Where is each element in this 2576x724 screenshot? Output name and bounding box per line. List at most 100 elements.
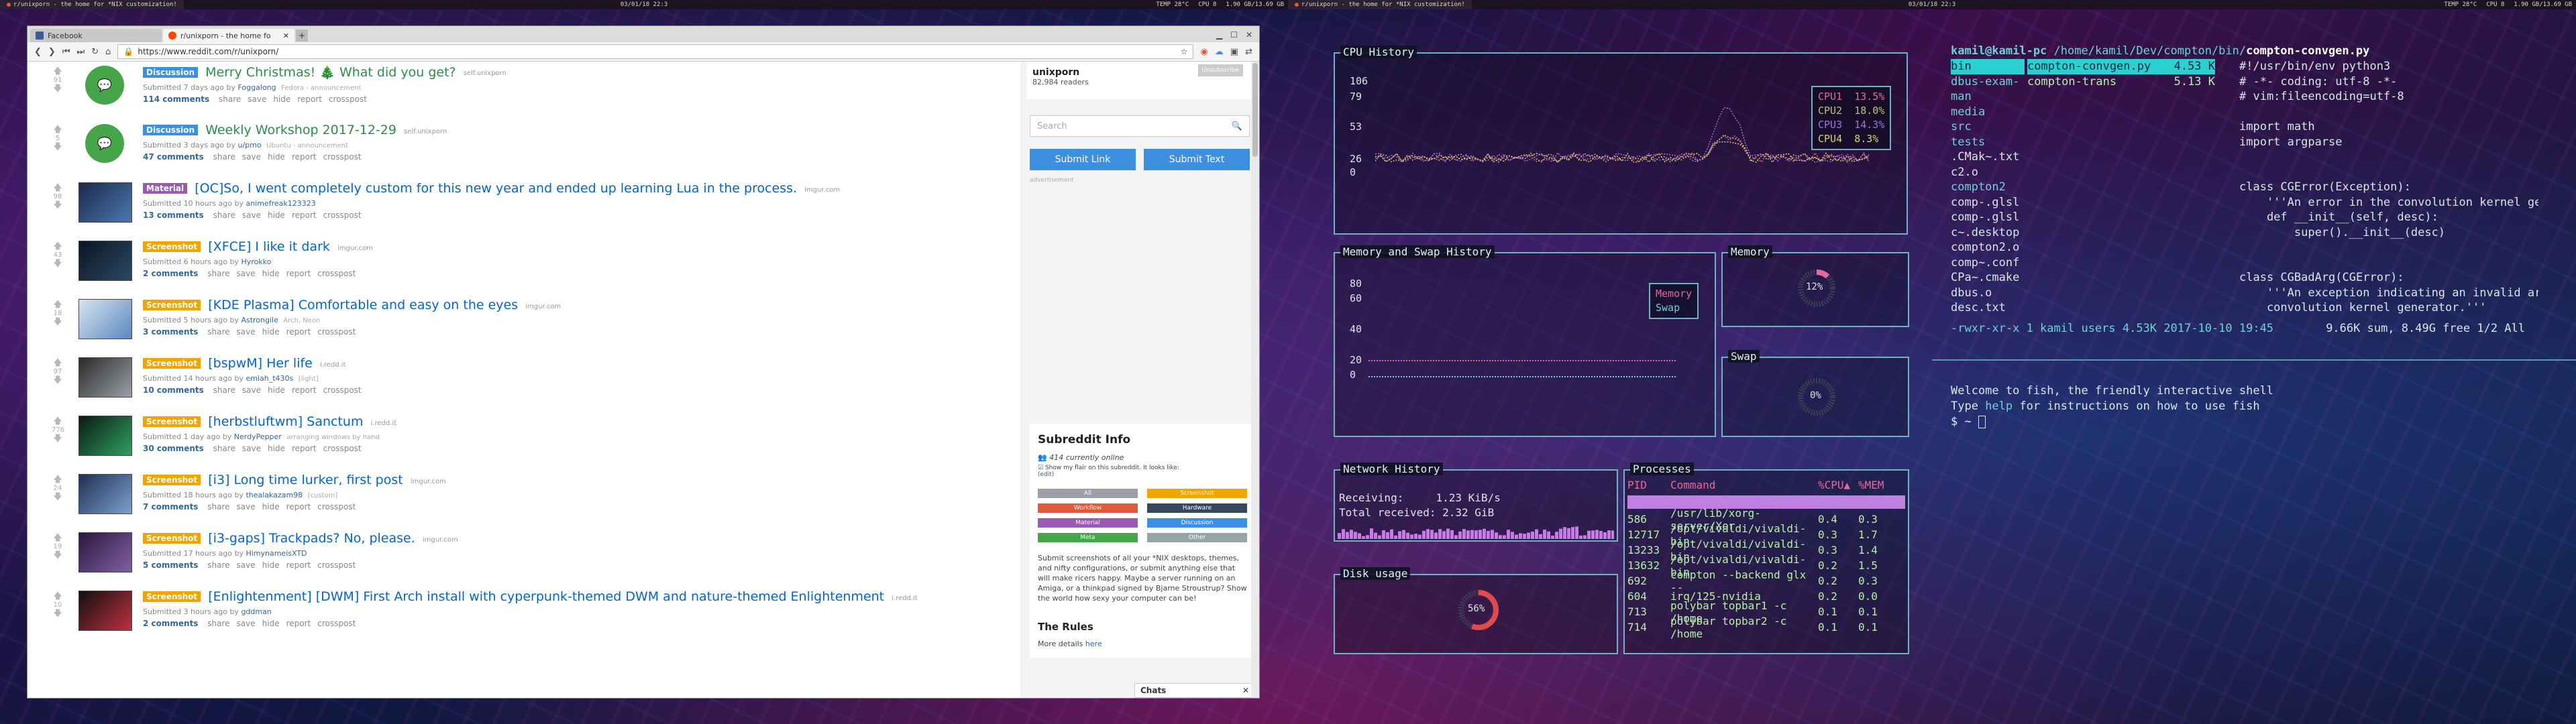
post-action-save[interactable]: save xyxy=(248,95,266,104)
post-title[interactable]: [herbstluftwm] Sanctum xyxy=(208,414,363,429)
post-action-share[interactable]: share xyxy=(213,152,235,162)
process-row[interactable]: 692 compton --backend glx -- 0.2 0.3 xyxy=(1627,568,1905,594)
upvote-icon[interactable]: 🡅 xyxy=(52,475,64,484)
ranger-entry[interactable]: tests xyxy=(1951,135,2025,150)
post-domain[interactable]: i.redd.it xyxy=(320,361,346,369)
post-action-share[interactable]: share xyxy=(207,619,229,628)
post-domain[interactable]: self.unixporn xyxy=(404,128,447,135)
page-scrollbar[interactable] xyxy=(1251,62,1259,698)
post-author[interactable]: u/pmo xyxy=(237,141,261,149)
post-title[interactable]: [OC]So, I went completely custom for thi… xyxy=(195,181,797,196)
post-thumbnail[interactable] xyxy=(78,241,132,281)
ranger-entry[interactable]: src xyxy=(1951,119,2025,135)
flair-filter-workflow[interactable]: Workflow xyxy=(1038,503,1138,513)
downvote-icon[interactable]: 🡇 xyxy=(52,318,64,326)
bookmark-icon[interactable]: ☆ xyxy=(1181,47,1188,56)
post-title[interactable]: [XFCE] I like it dark xyxy=(208,239,330,254)
post-author[interactable]: thealakazam98 xyxy=(246,491,303,499)
fast-forward-icon[interactable]: ⏭ xyxy=(77,47,85,57)
ranger-file[interactable]: compton-trans 5.13 K xyxy=(2027,74,2215,90)
downvote-icon[interactable]: 🡇 xyxy=(52,259,64,268)
post-author[interactable]: Astrongile xyxy=(241,316,278,324)
flair-filter-meta[interactable]: Meta xyxy=(1038,533,1138,542)
post-action-hide[interactable]: hide xyxy=(273,95,290,104)
post-title[interactable]: [KDE Plasma] Comfortable and easy on the… xyxy=(208,298,518,312)
upvote-icon[interactable]: 🡅 xyxy=(52,359,64,367)
comments-link[interactable]: 10 comments xyxy=(143,385,204,395)
downvote-icon[interactable]: 🡇 xyxy=(52,434,64,443)
scrollbar-thumb[interactable] xyxy=(1252,63,1258,157)
post-thumbnail[interactable] xyxy=(78,591,132,631)
post-action-share[interactable]: share xyxy=(213,210,235,220)
post-action-hide[interactable]: hide xyxy=(262,269,280,278)
post-action-hide[interactable]: hide xyxy=(268,210,285,220)
post-action-hide[interactable]: hide xyxy=(268,385,285,395)
post-title[interactable]: [bspwM] Her life xyxy=(208,356,313,371)
close-window-icon[interactable]: ✕ xyxy=(1246,30,1252,40)
ranger-entry[interactable]: dbus.o xyxy=(1951,286,2025,301)
rewind-icon[interactable]: ⏮ xyxy=(62,47,70,57)
post-thumbnail[interactable] xyxy=(78,532,132,572)
back-icon[interactable]: ❮ xyxy=(34,47,42,57)
ranger-entry[interactable]: desc.txt xyxy=(1951,300,2025,316)
forward-icon[interactable]: ❯ xyxy=(48,47,56,57)
post-action-crosspost[interactable]: crosspost xyxy=(317,560,356,570)
sidebar-search-input[interactable]: Search 🔍 xyxy=(1030,115,1250,137)
post-action-save[interactable]: save xyxy=(237,560,256,570)
post-thumbnail[interactable] xyxy=(78,357,132,398)
post-flair[interactable]: Screenshot xyxy=(143,475,201,485)
post-action-crosspost[interactable]: crosspost xyxy=(317,619,356,628)
flair-filter-screenshot[interactable]: Screenshot xyxy=(1147,489,1247,498)
ranger-entry[interactable]: dbus-exam- xyxy=(1951,74,2025,90)
upvote-icon[interactable]: 🡅 xyxy=(52,184,64,192)
comments-link[interactable]: 3 comments xyxy=(143,327,198,337)
post-action-report[interactable]: report xyxy=(286,502,311,511)
flair-filter-all[interactable]: All xyxy=(1038,489,1138,498)
post-author[interactable]: Foggalong xyxy=(237,83,276,92)
ranger-entry[interactable]: comp-.glsl xyxy=(1951,210,2025,225)
rules-here-link[interactable]: here xyxy=(1085,640,1102,648)
comments-link[interactable]: 47 comments xyxy=(143,152,204,162)
post-domain[interactable]: i.redd.it xyxy=(371,420,397,427)
post-title[interactable]: [i3-gaps] Trackpads? No, please. xyxy=(208,531,415,546)
post-flair[interactable]: Screenshot xyxy=(143,241,201,252)
fish-prompt[interactable]: $ ~ xyxy=(1951,414,2538,430)
chats-panel[interactable]: Chats ✕ xyxy=(1134,683,1255,698)
post-action-save[interactable]: save xyxy=(237,327,256,337)
post-action-report[interactable]: report xyxy=(297,95,322,104)
tab-reddit[interactable]: r/unixporn - the home fo ✕ xyxy=(163,29,294,42)
post-action-hide[interactable]: hide xyxy=(268,444,285,453)
comments-link[interactable]: 2 comments xyxy=(143,619,198,628)
post-action-save[interactable]: save xyxy=(237,619,256,628)
post-action-save[interactable]: save xyxy=(237,269,256,278)
post-action-save[interactable]: save xyxy=(237,502,256,511)
ranger-entry[interactable]: man xyxy=(1951,89,2025,105)
post-author[interactable]: HimynameisXTD xyxy=(246,549,307,558)
cloud-icon[interactable]: ☁ xyxy=(1215,47,1224,57)
post-action-share[interactable]: share xyxy=(207,502,229,511)
downvote-icon[interactable]: 🡇 xyxy=(52,201,64,210)
post-action-report[interactable]: report xyxy=(286,560,311,570)
post-thumbnail[interactable] xyxy=(78,416,132,456)
post-action-crosspost[interactable]: crosspost xyxy=(317,269,356,278)
post-flair[interactable]: Discussion xyxy=(143,66,199,78)
capture-icon[interactable]: ▣ xyxy=(1230,47,1238,57)
comments-link[interactable]: 30 comments xyxy=(143,444,204,453)
vivaldi-icon[interactable]: ◉ xyxy=(1200,47,1208,57)
post-author[interactable]: Hyrokko xyxy=(241,257,271,266)
submit-link-button[interactable]: Submit Link xyxy=(1030,149,1136,170)
flair-filter-other[interactable]: Other xyxy=(1147,533,1247,542)
downvote-icon[interactable]: 🡇 xyxy=(52,143,64,152)
post-action-report[interactable]: report xyxy=(292,385,317,395)
upvote-icon[interactable]: 🡅 xyxy=(52,67,64,76)
post-action-crosspost[interactable]: crosspost xyxy=(323,444,362,453)
maximize-icon[interactable]: ☐ xyxy=(1230,30,1238,40)
post-domain[interactable]: imgur.com xyxy=(337,245,373,252)
post-domain[interactable]: self.unixporn xyxy=(464,70,506,77)
post-domain[interactable]: imgur.com xyxy=(411,478,446,485)
post-action-share[interactable]: share xyxy=(207,327,229,337)
post-action-share[interactable]: share xyxy=(213,444,235,453)
ranger-entry[interactable]: CPa~.cmake xyxy=(1951,270,2025,286)
post-flair[interactable]: Discussion xyxy=(143,125,199,135)
post-action-crosspost[interactable]: crosspost xyxy=(323,210,362,220)
